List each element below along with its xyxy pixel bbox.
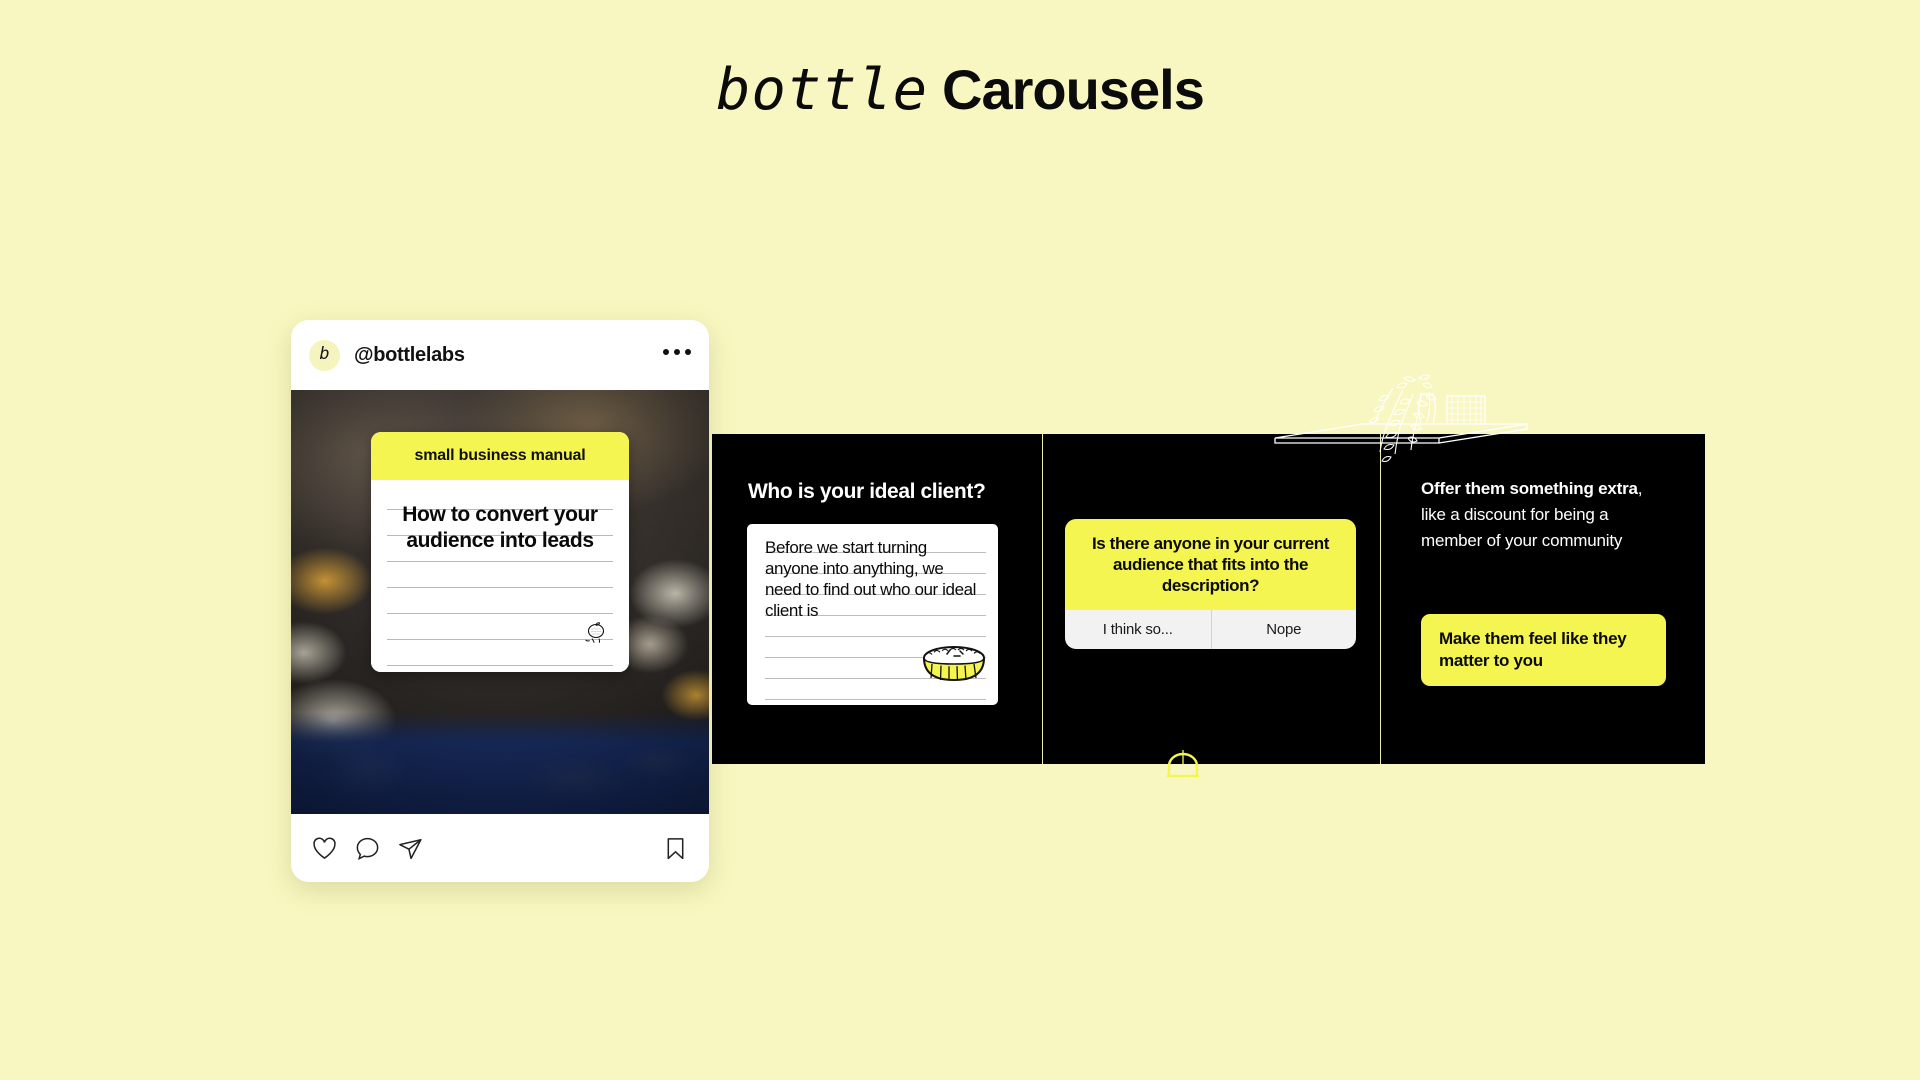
more-dot (674, 349, 680, 355)
post-image: small business manual How to convert you… (291, 390, 709, 814)
instagram-post-header: b @bottlelabs (291, 320, 709, 390)
notebook-card: small business manual How to convert you… (371, 432, 629, 672)
panel-3-body: Offer them something extra, like a disco… (1421, 476, 1661, 554)
share-icon[interactable] (397, 835, 424, 862)
poll-question: Is there anyone in your current audience… (1065, 519, 1356, 610)
avatar-letter: b (319, 343, 330, 364)
more-dot (663, 349, 669, 355)
instagram-action-bar (291, 814, 709, 882)
bookmark-icon[interactable] (662, 835, 689, 862)
pie-doodle (923, 646, 985, 682)
page-title-script-word: bottle (716, 57, 929, 123)
poll-options: I think so... Nope (1065, 610, 1356, 649)
panel-3-body-bold: Offer them something extra (1421, 479, 1638, 498)
more-options-icon[interactable] (663, 349, 691, 361)
avatar[interactable]: b (309, 339, 340, 371)
heart-icon[interactable] (311, 835, 338, 862)
carousel-panel-1[interactable]: Who is your ideal client? Before we star… (712, 434, 1042, 764)
panel-1-heading: Who is your ideal client? (748, 480, 986, 503)
comment-icon[interactable] (354, 835, 381, 862)
account-handle[interactable]: @bottlelabs (354, 344, 465, 367)
notebook-banner-label: small business manual (371, 432, 629, 480)
poll-question-part-3: that fits into the description? (1161, 555, 1309, 595)
instagram-post-card: b @bottlelabs small business manual How … (291, 320, 709, 882)
arch-doodle (1167, 750, 1199, 778)
poll-question-part-1: Is there anyone in your (1091, 534, 1274, 553)
lemon-doodle (585, 622, 605, 643)
carousel-strip: Who is your ideal client? Before we star… (712, 374, 1705, 778)
panel-1-note-text: Before we start turning anyone into anyt… (765, 538, 977, 620)
notebook-headline: How to convert your audience into leads (402, 503, 598, 552)
poll-option-no[interactable]: Nope (1210, 610, 1357, 649)
poll-option-yes[interactable]: I think so... (1065, 610, 1211, 649)
poll-sticker: Is there anyone in your current audience… (1065, 519, 1356, 649)
panel-1-note-card: Before we start turning anyone into anyt… (747, 524, 998, 705)
page-title: bottle Carousels (0, 62, 1920, 119)
more-dot (685, 349, 691, 355)
notebook-body: How to convert your audience into leads (371, 480, 629, 672)
page-title-bold-word: Carousels (942, 58, 1205, 121)
carousel-panel-3[interactable]: Offer them something extra, like a disco… (1274, 374, 1704, 764)
carousel-panel-2[interactable]: Is there anyone in your current audience… (1042, 434, 1380, 778)
panel-3-cta[interactable]: Make them feel like they matter to you (1421, 614, 1666, 686)
